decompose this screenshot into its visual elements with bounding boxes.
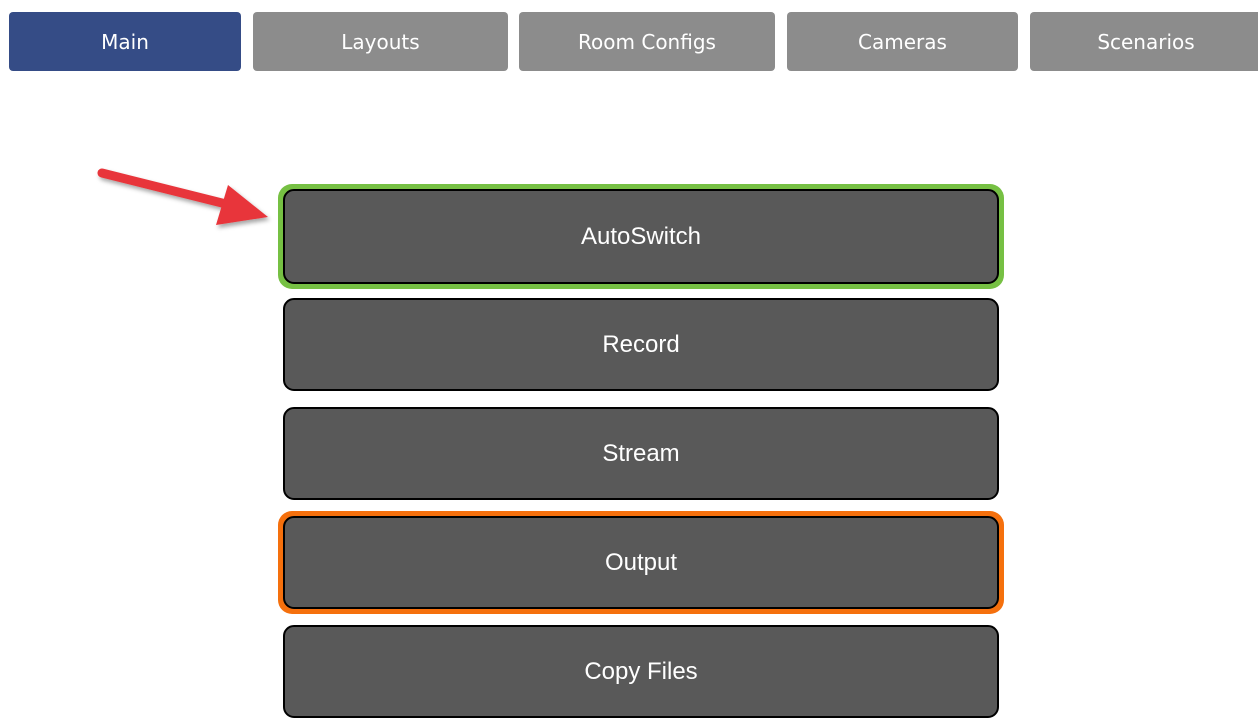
output-button[interactable]: Output: [278, 511, 1004, 614]
copy-files-button[interactable]: Copy Files: [278, 620, 1004, 723]
tab-scenarios[interactable]: Scenarios: [1030, 12, 1258, 71]
stream-label: Stream: [602, 439, 680, 467]
tab-cameras-label: Cameras: [858, 29, 947, 54]
output-label: Output: [604, 548, 678, 576]
record-button-face: Record: [283, 298, 999, 391]
stream-button-face: Stream: [283, 407, 999, 500]
stream-button[interactable]: Stream: [278, 402, 1004, 505]
tab-layouts-label: Layouts: [341, 29, 420, 54]
tab-room-configs[interactable]: Room Configs: [519, 12, 775, 71]
tab-cameras[interactable]: Cameras: [787, 12, 1018, 71]
record-button[interactable]: Record: [278, 293, 1004, 396]
record-label: Record: [602, 330, 680, 358]
copy-files-label: Copy Files: [584, 657, 698, 685]
tab-main-label: Main: [101, 29, 149, 54]
tab-layouts[interactable]: Layouts: [253, 12, 508, 71]
tab-main[interactable]: Main: [9, 12, 241, 71]
autoswitch-label: AutoSwitch: [580, 222, 702, 250]
autoswitch-button[interactable]: AutoSwitch: [278, 184, 1004, 289]
copy-files-button-face: Copy Files: [283, 625, 999, 718]
autoswitch-button-face: AutoSwitch: [283, 189, 999, 284]
tab-room-configs-label: Room Configs: [578, 29, 716, 54]
tab-scenarios-label: Scenarios: [1097, 29, 1195, 54]
annotation-arrow-icon: [97, 168, 268, 225]
output-button-face: Output: [283, 516, 999, 609]
